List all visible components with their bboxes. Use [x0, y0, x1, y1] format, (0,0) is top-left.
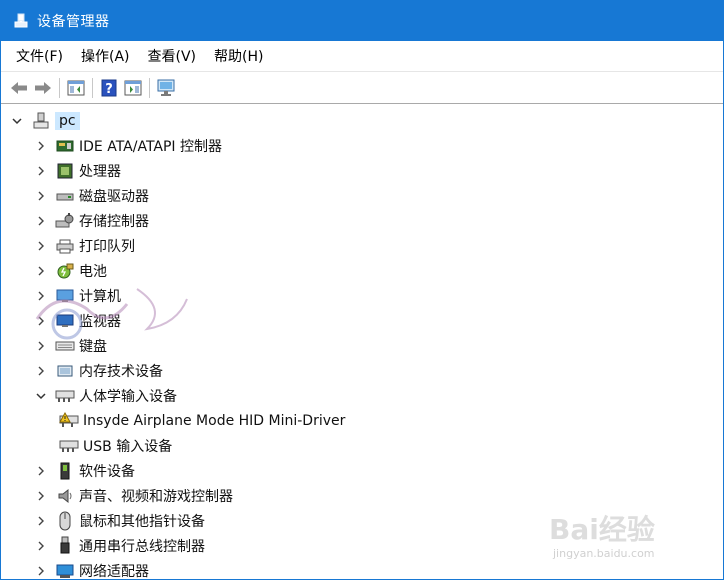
printer-icon: [55, 237, 75, 255]
tree-item-label: 处理器: [79, 163, 121, 180]
storage-controller-icon: [55, 212, 75, 230]
mouse-icon: [55, 511, 75, 530]
tree-item-label: 通用串行总线控制器: [79, 538, 205, 555]
properties-icon: [124, 80, 142, 95]
tree-item-label: 内存技术设备: [79, 363, 163, 380]
tree-item-memory-technology-device[interactable]: 内存技术设备: [1, 358, 723, 383]
chevron-right-icon[interactable]: [33, 363, 49, 379]
battery-icon: [55, 262, 75, 280]
scan-hardware-icon: [157, 79, 175, 96]
tree-item-label: pc: [55, 111, 80, 130]
menu-bar: 文件(F) 操作(A) 查看(V) 帮助(H): [1, 41, 723, 72]
watermark-url: jingyan.baidu.com: [552, 547, 655, 560]
chevron-right-icon[interactable]: [33, 238, 49, 254]
show-hide-console-tree-icon: [67, 80, 85, 95]
watermark-decoration: [35, 288, 188, 340]
tree-item-label: 网络适配器: [79, 563, 149, 580]
chevron-right-icon[interactable]: [33, 463, 49, 479]
tree-item-usb-input-device[interactable]: USB 输入设备: [1, 433, 723, 458]
processor-icon: [55, 162, 75, 180]
tree-item-label: USB 输入设备: [83, 438, 173, 455]
menu-file[interactable]: 文件(F): [7, 43, 72, 69]
chevron-right-icon[interactable]: [33, 538, 49, 554]
device-manager-icon: [14, 13, 28, 28]
tree-item-disk-drive[interactable]: 磁盘驱动器: [1, 183, 723, 208]
tree-item-label: IDE ATA/ATAPI 控制器: [79, 138, 223, 155]
tree-item-software-device[interactable]: 软件设备: [1, 458, 723, 483]
tree-item-label: 声音、视频和游戏控制器: [79, 488, 233, 505]
toolbar: ?: [1, 72, 723, 104]
chevron-down-icon[interactable]: [9, 113, 25, 129]
back-arrow-icon: [11, 81, 27, 94]
back-button[interactable]: [8, 77, 30, 99]
chevron-right-icon[interactable]: [33, 563, 49, 579]
toolbar-separator: [59, 77, 60, 98]
properties-button[interactable]: [122, 77, 144, 99]
show-hide-console-tree-button[interactable]: [65, 77, 87, 99]
tree-item-label: 电池: [79, 263, 107, 280]
tree-item-storage-controller[interactable]: 存储控制器: [1, 208, 723, 233]
tree-item-label: 人体学输入设备: [79, 388, 177, 405]
ide-controller-icon: [55, 137, 75, 155]
tree-item-human-interface-devices[interactable]: 人体学输入设备: [1, 383, 723, 408]
usb-icon: [55, 536, 75, 555]
tree-item-sound-video-game[interactable]: 声音、视频和游戏控制器: [1, 483, 723, 508]
tree-item-label: 磁盘驱动器: [79, 188, 149, 205]
software-device-icon: [55, 462, 75, 480]
tree-item-label: 软件设备: [79, 463, 135, 480]
toolbar-separator: [92, 77, 93, 98]
tree-item-label: Insyde Airplane Mode HID Mini-Driver: [83, 412, 346, 429]
chevron-right-icon[interactable]: [33, 213, 49, 229]
computer-icon: [31, 112, 51, 130]
baidu-jingyan-watermark: Bai经验 jingyan.baidu.com: [549, 513, 655, 560]
tree-item-ide-controller[interactable]: IDE ATA/ATAPI 控制器: [1, 133, 723, 158]
scan-hardware-button[interactable]: [155, 77, 177, 99]
memory-device-icon: [55, 362, 75, 380]
tree-root-pc[interactable]: pc: [1, 108, 723, 133]
toolbar-separator: [149, 77, 150, 98]
hid-icon: [55, 387, 75, 405]
chevron-right-icon[interactable]: [33, 263, 49, 279]
hid-warning-icon: [59, 411, 79, 430]
device-manager-window: 设备管理器 文件(F) 操作(A) 查看(V) 帮助(H) ? pc IDE A…: [0, 0, 724, 580]
watermark-brand: Bai经验: [549, 513, 655, 546]
svg-text:?: ?: [105, 82, 113, 97]
menu-view[interactable]: 查看(V): [139, 43, 206, 69]
window-title: 设备管理器: [37, 14, 110, 30]
help-button[interactable]: ?: [98, 77, 120, 99]
menu-action[interactable]: 操作(A): [72, 43, 139, 69]
tree-item-label: 鼠标和其他指针设备: [79, 513, 205, 530]
chevron-right-icon[interactable]: [33, 488, 49, 504]
chevron-right-icon[interactable]: [33, 163, 49, 179]
title-bar: 设备管理器: [1, 1, 723, 41]
chevron-right-icon[interactable]: [33, 188, 49, 204]
speaker-icon: [55, 487, 75, 505]
chevron-right-icon[interactable]: [33, 513, 49, 529]
tree-item-label: 打印队列: [79, 238, 135, 255]
tree-item-label: 存储控制器: [79, 213, 149, 230]
chevron-right-icon[interactable]: [33, 138, 49, 154]
chevron-down-icon[interactable]: [33, 388, 49, 404]
help-icon: ?: [101, 79, 117, 97]
tree-item-insyde-airplane-mode[interactable]: Insyde Airplane Mode HID Mini-Driver: [1, 408, 723, 433]
tree-item-print-queue[interactable]: 打印队列: [1, 233, 723, 258]
disk-drive-icon: [55, 187, 75, 205]
forward-arrow-icon: [35, 81, 51, 94]
tree-item-processor[interactable]: 处理器: [1, 158, 723, 183]
menu-help[interactable]: 帮助(H): [205, 43, 272, 69]
network-adapter-icon: [55, 562, 75, 580]
forward-button[interactable]: [32, 77, 54, 99]
hid-icon: [59, 437, 79, 455]
